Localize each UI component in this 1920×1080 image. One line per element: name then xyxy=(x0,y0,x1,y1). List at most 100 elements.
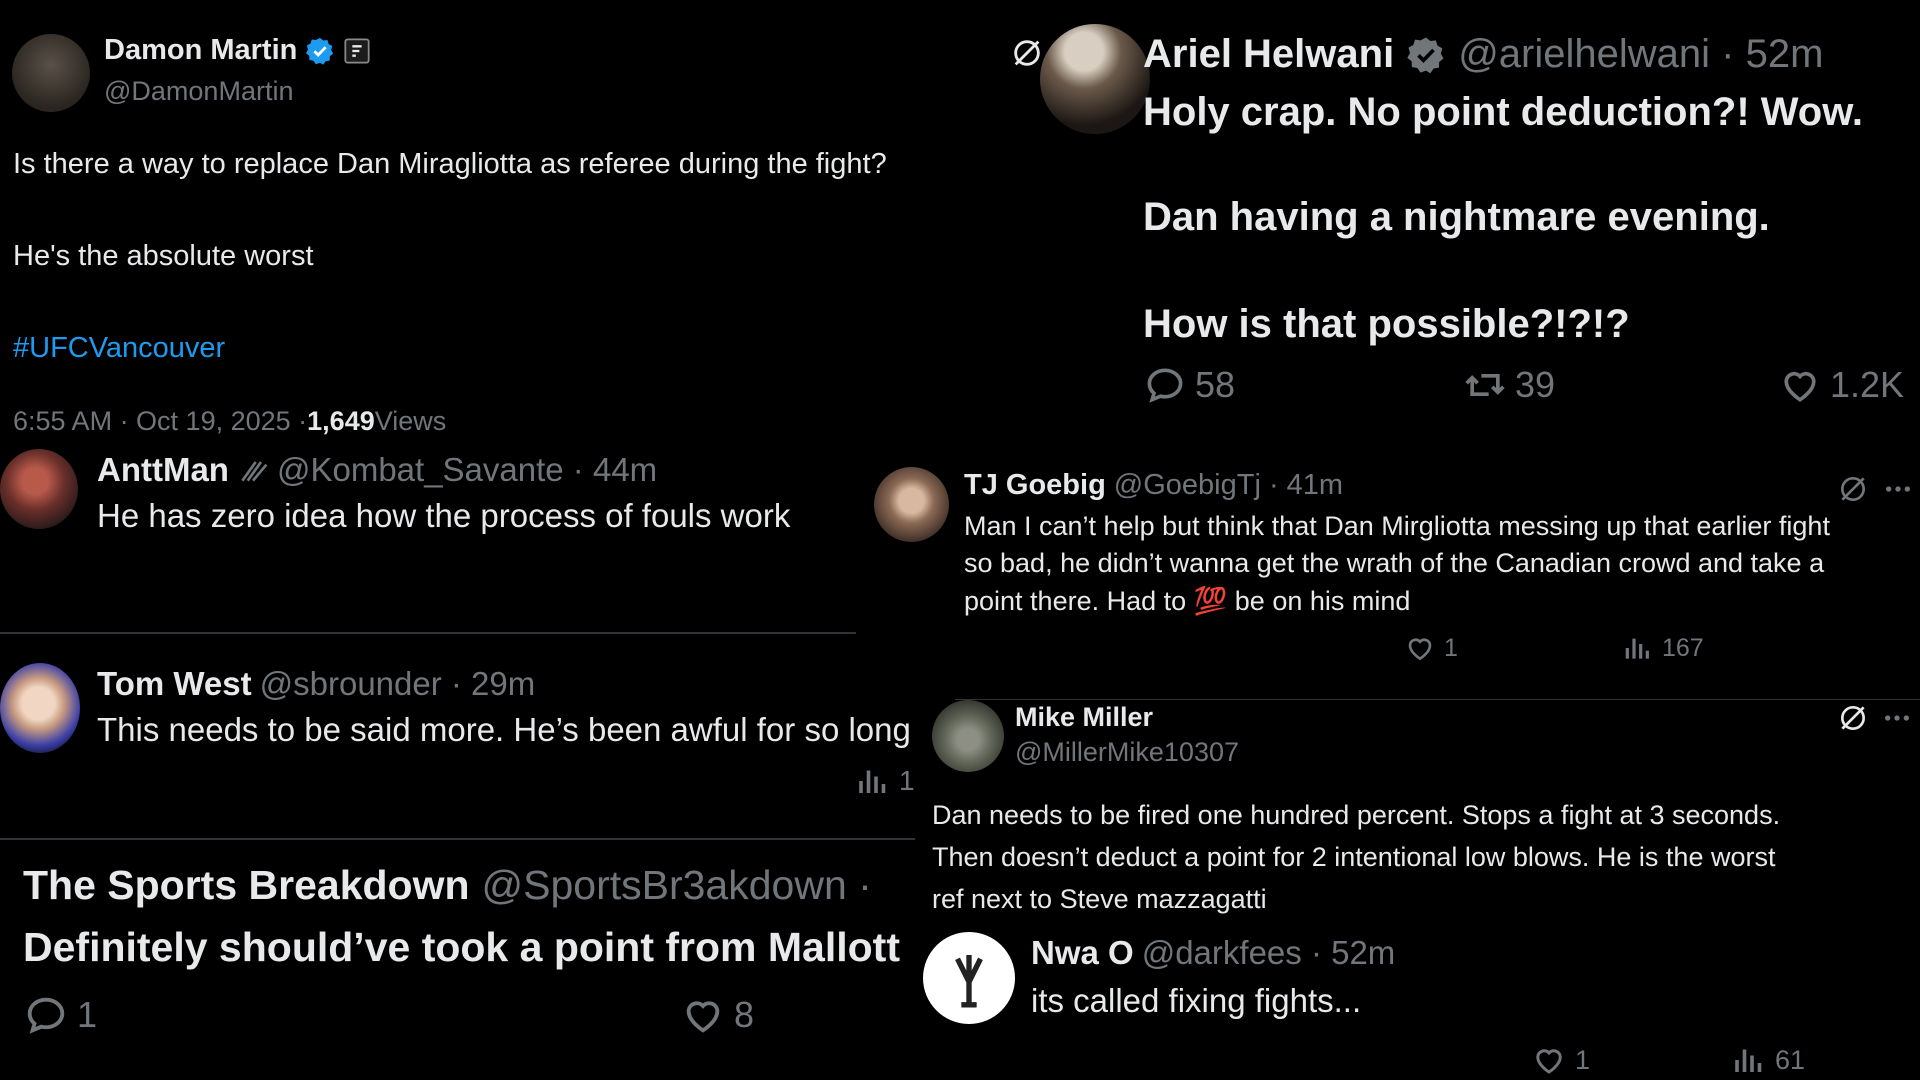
reply-icon[interactable] xyxy=(964,632,996,664)
author-name[interactable]: Nwa O xyxy=(1031,934,1134,972)
trident-icon xyxy=(955,955,983,1008)
avatar[interactable] xyxy=(0,449,78,529)
author-name[interactable]: Damon Martin xyxy=(104,34,297,67)
avatar[interactable] xyxy=(923,932,1015,1024)
retweet-count: 39 xyxy=(1515,364,1556,405)
tweet-text-line: point there. Had to xyxy=(964,586,1194,616)
author-name[interactable]: The Sports Breakdown xyxy=(23,862,470,909)
views-button[interactable]: 61 xyxy=(1731,1042,1805,1078)
author-handle[interactable]: @MillerMike10307 xyxy=(1015,737,1239,768)
tweet-damon-martin: Damon Martin @DamonMartin Is there a way… xyxy=(0,0,1020,445)
tweet-text: He has zero idea how the process of foul… xyxy=(97,497,791,534)
like-count: 1.2K xyxy=(1830,364,1905,405)
reply-count: 58 xyxy=(1195,364,1236,405)
author-name[interactable]: AnttMan xyxy=(97,451,229,489)
grok-icon[interactable] xyxy=(1837,473,1869,505)
like-button[interactable]: 1 xyxy=(1404,632,1458,664)
avatar[interactable] xyxy=(932,700,1004,772)
retweet-icon xyxy=(1465,374,1505,396)
divider xyxy=(0,632,856,634)
tweet-text-line: be on his mind xyxy=(1227,586,1411,616)
heart-icon xyxy=(1536,1049,1562,1074)
view-count: 1,649 xyxy=(307,406,375,436)
analytics-icon xyxy=(1735,1049,1762,1072)
tweet-tom-west: Tom West @sbrounder · 29m This needs to … xyxy=(0,635,915,838)
like-count: 1 xyxy=(1575,1044,1591,1075)
retweet-icon[interactable] xyxy=(1281,1042,1317,1078)
tweet-sports-breakdown: The Sports Breakdown @SportsBr3akdown · … xyxy=(0,840,910,1080)
heart-icon xyxy=(1408,638,1432,661)
tweet-text-line: How is that possible?!?!? xyxy=(1143,302,1630,346)
hashtag-link[interactable]: #UFCVancouver xyxy=(13,332,225,365)
more-icon[interactable] xyxy=(1882,473,1914,505)
retweet-icon[interactable] xyxy=(353,992,399,1038)
grok-icon[interactable] xyxy=(1837,702,1869,734)
more-icon[interactable] xyxy=(1881,702,1913,734)
tweet-text-line: so bad, he didn’t wanna get the wrath of… xyxy=(964,548,1825,578)
avatar[interactable] xyxy=(1040,24,1150,134)
author-name[interactable]: TJ Goebig xyxy=(964,469,1106,502)
reply-count: 1 xyxy=(77,994,98,1035)
reply-icon xyxy=(27,997,65,1034)
tweet-text: This needs to be said more. He’s been aw… xyxy=(97,711,911,748)
tweet-text-line: ref next to Steve mazzagatti xyxy=(932,884,1267,914)
reply-icon xyxy=(1147,368,1183,403)
retweet-icon[interactable] xyxy=(349,547,385,583)
avatar[interactable] xyxy=(12,34,90,112)
timestamp[interactable]: 6:55 AM · Oct 19, 2025 · xyxy=(13,406,307,437)
views-button[interactable]: 167 xyxy=(1622,632,1704,664)
tweet-nwa-o: Nwa O @darkfees · 52m its called fixing … xyxy=(915,928,1920,1080)
verified-badge-icon xyxy=(306,37,334,65)
heart-icon xyxy=(1784,371,1816,402)
author-handle[interactable]: @GoebigTj · 41m xyxy=(1114,469,1343,502)
view-count: 1 xyxy=(899,765,915,796)
analytics-icon xyxy=(859,770,886,793)
retweet-icon[interactable] xyxy=(349,763,385,799)
view-count: 167 xyxy=(1662,633,1704,662)
heart-icon[interactable] xyxy=(600,763,636,799)
avatar[interactable] xyxy=(0,663,80,753)
views-label: Views xyxy=(374,406,447,436)
reply-button[interactable]: 1 xyxy=(23,992,97,1038)
author-handle[interactable]: @SportsBr3akdown · xyxy=(482,862,872,909)
retweet-icon[interactable] xyxy=(1184,632,1216,664)
like-count: 8 xyxy=(734,994,755,1035)
bookmark-icon[interactable] xyxy=(1794,632,1826,664)
tweet-text-line: Man I can’t help but think that Dan Mirg… xyxy=(964,511,1830,541)
author-handle[interactable]: @DamonMartin xyxy=(104,76,293,107)
author-handle[interactable]: @darkfees · 52m xyxy=(1142,934,1396,972)
reply-icon[interactable] xyxy=(97,547,133,583)
tweet-text-line: Dan needs to be fired one hundred percen… xyxy=(932,800,1781,830)
like-button[interactable]: 1.2K xyxy=(1778,363,1904,407)
author-name[interactable]: Tom West xyxy=(97,665,252,703)
tweet-tj-goebig: TJ Goebig @GoebigTj · 41m Man I can’t he… xyxy=(870,455,1920,698)
tweet-text-line: Holy crap. No point deduction?! Wow. xyxy=(1143,90,1863,134)
hundred-emoji: 💯 xyxy=(1193,586,1228,616)
tweet-anttman: AnttMan @Kombat_Savante · 44m He has zer… xyxy=(0,445,860,633)
like-button[interactable]: 1 xyxy=(1531,1042,1590,1078)
heart-icon xyxy=(686,1001,720,1033)
heart-icon[interactable] xyxy=(600,547,636,583)
reply-icon[interactable] xyxy=(97,763,133,799)
views-button[interactable]: 1 xyxy=(855,763,915,799)
avatar[interactable] xyxy=(874,467,949,542)
reply-button[interactable]: 58 xyxy=(1143,363,1235,407)
author-name[interactable]: Ariel Helwani xyxy=(1143,32,1394,77)
grok-icon[interactable] xyxy=(1010,36,1044,70)
retweet-button[interactable]: 39 xyxy=(1463,363,1555,407)
label-icon xyxy=(344,37,370,64)
tweet-mike-miller: Mike Miller @MillerMike10307 Dan needs t… xyxy=(915,700,1920,926)
share-icon[interactable] xyxy=(1846,632,1878,664)
author-handle[interactable]: @arielhelwani · 52m xyxy=(1458,32,1823,77)
view-count: 61 xyxy=(1775,1044,1806,1075)
like-button[interactable]: 8 xyxy=(680,992,754,1038)
author-name[interactable]: Mike Miller xyxy=(1015,702,1153,733)
author-handle[interactable]: @sbrounder · 29m xyxy=(260,665,536,703)
tweet-text-line: Is there a way to replace Dan Miragliott… xyxy=(13,148,887,180)
reply-icon[interactable] xyxy=(1031,1042,1067,1078)
author-handle[interactable]: @Kombat_Savante · 44m xyxy=(277,451,657,489)
tweet-text-line: He's the absolute worst xyxy=(13,240,314,272)
analytics-icon xyxy=(1625,638,1649,659)
tweet-text-line: Then doesn’t deduct a point for 2 intent… xyxy=(932,842,1776,872)
tweet-ariel-helwani: Ariel Helwani @arielhelwani · 52m Holy c… xyxy=(1010,0,1920,455)
